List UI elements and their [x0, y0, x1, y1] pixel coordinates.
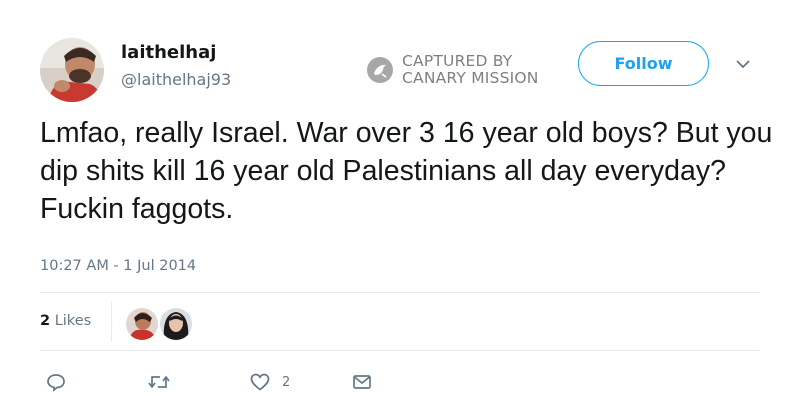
- liker-avatar[interactable]: [124, 306, 160, 342]
- canary-mission-watermark: CAPTURED BY CANARY MISSION: [366, 52, 556, 88]
- canary-logo-icon: [367, 57, 393, 83]
- liker-avatar[interactable]: [158, 306, 194, 342]
- watermark-line1: CAPTURED BY: [402, 52, 513, 70]
- tweet-timestamp[interactable]: 10:27 AM - 1 Jul 2014: [40, 258, 196, 274]
- envelope-icon: [353, 375, 371, 389]
- likes-count: 2: [40, 313, 51, 329]
- tweet-text: Lmfao, really Israel. War over 3 16 year…: [40, 117, 773, 225]
- display-name[interactable]: laithelhaj: [121, 42, 216, 63]
- message-action[interactable]: [352, 371, 372, 393]
- divider-top: [40, 292, 760, 293]
- retweet-icon: [148, 375, 170, 389]
- reply-icon: [47, 374, 65, 392]
- watermark-line2: CANARY MISSION: [402, 69, 539, 87]
- follow-button[interactable]: Follow: [578, 41, 709, 86]
- chevron-down-icon[interactable]: [732, 56, 754, 72]
- retweet-action[interactable]: [148, 371, 170, 393]
- user-handle[interactable]: @laithelhaj93: [121, 70, 231, 89]
- reply-action[interactable]: [46, 371, 66, 393]
- like-count: 2: [282, 374, 291, 390]
- likes-stat[interactable]: 2 Likes: [40, 313, 91, 329]
- avatar-photo: [40, 38, 104, 102]
- heart-icon: [250, 373, 270, 391]
- avatar[interactable]: [40, 38, 104, 102]
- liker-photo-2: [160, 308, 192, 340]
- like-action[interactable]: 2: [250, 371, 290, 393]
- stats-divider: [111, 302, 112, 342]
- divider-bottom: [40, 350, 760, 351]
- likes-label: Likes: [54, 313, 92, 329]
- liker-photo-1: [126, 308, 158, 340]
